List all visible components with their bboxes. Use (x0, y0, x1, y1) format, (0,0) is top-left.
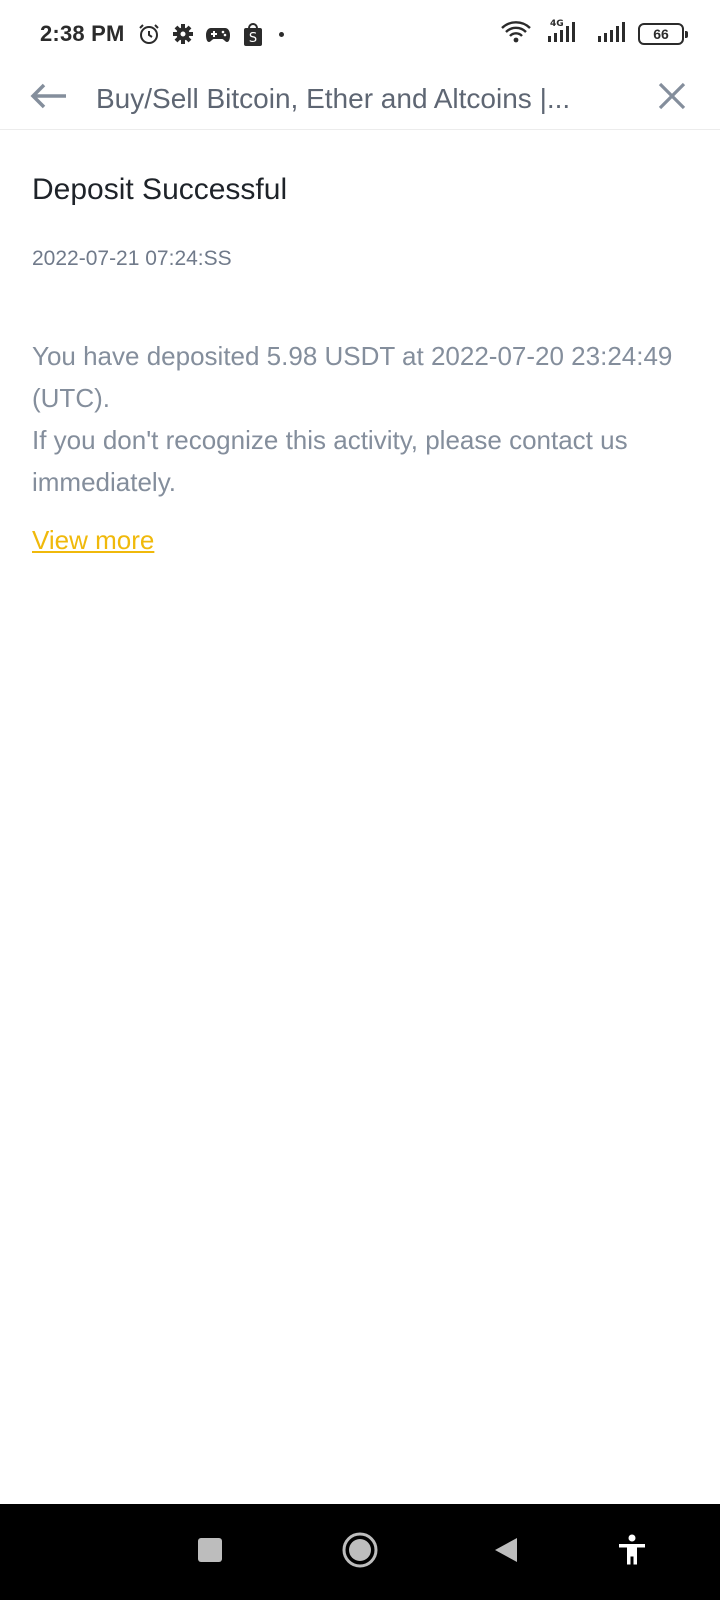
arrow-left-icon (28, 81, 68, 116)
battery-icon: 66 (638, 23, 688, 45)
message-title: Deposit Successful (32, 173, 288, 206)
message-detail: Deposit Successful 2022-07-21 07:24:SS Y… (32, 130, 688, 556)
message-body-line: You have deposited 5.98 USDT at 2022-07-… (32, 341, 673, 413)
home-circle-icon (342, 1532, 378, 1573)
cellular-4g-icon: 4G (544, 18, 584, 51)
close-icon (657, 81, 687, 116)
home-button[interactable] (330, 1504, 390, 1600)
view-more-link[interactable]: View more (32, 525, 154, 556)
status-bar: 2:38 PM S 4G 66 (0, 0, 720, 68)
recents-square-icon (197, 1537, 223, 1568)
game-controller-icon (205, 22, 231, 46)
webview-toolbar: Buy/Sell Bitcoin, Ether and Altcoins |..… (0, 68, 720, 130)
battery-level: 66 (653, 26, 669, 42)
settings-icon (171, 22, 195, 46)
message-date: 2022-07-21 07:24:SS (32, 247, 232, 270)
svg-text:S: S (248, 31, 256, 46)
system-icons: 4G 66 (500, 18, 688, 51)
system-nav-bar (0, 1504, 720, 1600)
back-nav-button[interactable] (476, 1504, 536, 1600)
back-triangle-icon (493, 1536, 519, 1569)
wifi-icon (500, 20, 532, 49)
accessibility-button[interactable] (602, 1504, 662, 1600)
accessibility-icon (617, 1534, 647, 1571)
close-button[interactable] (636, 68, 708, 130)
more-notifications-dot (278, 31, 284, 37)
page-title: Buy/Sell Bitcoin, Ether and Altcoins |..… (96, 82, 571, 114)
shop-bag-icon: S (241, 21, 265, 47)
back-button[interactable] (0, 68, 96, 130)
notification-icons: S (137, 21, 265, 47)
message-body-line: If you don't recognize this activity, pl… (32, 425, 628, 497)
recents-button[interactable] (180, 1504, 240, 1600)
svg-text:4G: 4G (550, 19, 564, 29)
alarm-icon (137, 22, 161, 46)
cellular-signal-icon (596, 20, 626, 49)
status-time: 2:38 PM (40, 21, 125, 46)
message-body: You have deposited 5.98 USDT at 2022-07-… (32, 335, 688, 503)
